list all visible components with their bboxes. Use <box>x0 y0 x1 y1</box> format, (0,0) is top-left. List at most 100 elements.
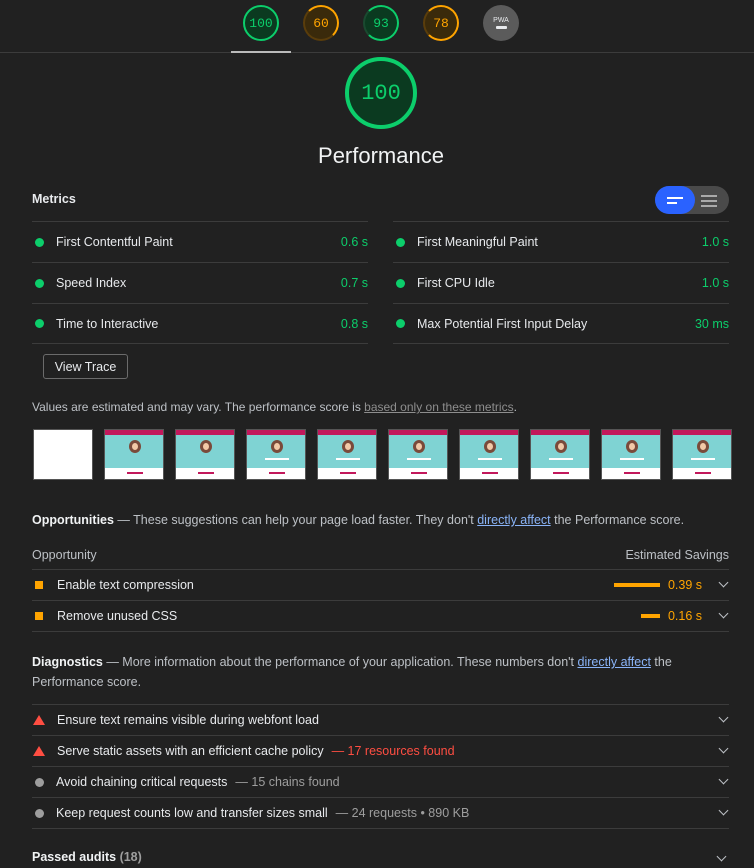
metric-name: First Meaningful Paint <box>417 235 538 249</box>
chevron-down-icon[interactable] <box>718 712 729 723</box>
info-dot-icon <box>35 777 44 787</box>
pass-dot-icon <box>35 237 44 247</box>
opportunity-row[interactable]: Remove unused CSS 0.16 s <box>32 601 729 632</box>
filmstrip-frame <box>459 429 519 480</box>
metrics-view-toggle[interactable] <box>655 186 729 214</box>
metrics-left-column: First Contentful Paint 0.6 s Speed Index… <box>32 221 368 344</box>
metric-value: 1.0 s <box>701 235 729 249</box>
page-title: Performance <box>318 143 444 168</box>
filmstrip-frame <box>530 429 590 480</box>
chevron-down-icon[interactable] <box>718 608 729 619</box>
filmstrip-frame <box>317 429 377 480</box>
pass-dot-icon <box>396 237 405 247</box>
metric-row: Max Potential First Input Delay 30 ms <box>393 303 729 344</box>
tab-performance[interactable]: 100 <box>243 5 279 41</box>
estimate-note-end: . <box>513 400 517 414</box>
filmstrip-frame <box>33 429 93 480</box>
fail-triangle-icon <box>33 746 45 756</box>
savings-bar <box>641 614 660 618</box>
filmstrip-frame <box>175 429 235 480</box>
chevron-down-icon[interactable] <box>716 851 727 862</box>
active-tab-indicator <box>231 51 291 53</box>
metric-value: 1.0 s <box>701 276 729 290</box>
directly-affect-link[interactable]: directly affect <box>578 655 651 669</box>
estimate-note: Values are estimated and may vary. The p… <box>32 400 517 414</box>
info-dot-icon <box>35 808 44 818</box>
opportunities-title: Opportunities <box>32 513 114 527</box>
diagnostic-row[interactable]: Keep request counts low and transfer siz… <box>32 798 729 829</box>
performance-gauge: 100 <box>345 57 417 129</box>
diagnostic-name: Avoid chaining critical requests <box>56 775 228 789</box>
compact-view-icon <box>667 197 683 204</box>
opportunities-heading: Opportunities — These suggestions can he… <box>32 510 684 530</box>
passed-audits-count: (18) <box>119 850 142 864</box>
view-trace-button[interactable]: View Trace <box>43 354 128 379</box>
opportunities-desc: — These suggestions can help your page l… <box>113 513 478 527</box>
metric-name: Time to Interactive <box>56 316 159 331</box>
metric-name: Max Potential First Input Delay <box>417 316 588 331</box>
tab-seo[interactable]: 78 <box>423 5 459 41</box>
passed-audits-toggle[interactable]: Passed audits (18) <box>32 850 142 864</box>
tab-best-practices[interactable]: 93 <box>363 5 399 41</box>
fail-triangle-icon <box>33 715 45 725</box>
tab-pwa[interactable]: PWA <box>483 5 519 41</box>
pwa-label: PWA <box>493 17 509 24</box>
metric-name: First CPU Idle <box>417 276 495 290</box>
savings-column-header: Estimated Savings <box>625 548 729 562</box>
metrics-right-column: First Meaningful Paint 1.0 s First CPU I… <box>393 221 729 344</box>
filmstrip-frame <box>246 429 306 480</box>
metric-row: First Contentful Paint 0.6 s <box>32 221 368 262</box>
diagnostic-name: Serve static assets with an efficient ca… <box>57 744 324 758</box>
metric-row: First Meaningful Paint 1.0 s <box>393 221 729 262</box>
diagnostic-detail: — 17 resources found <box>331 744 455 758</box>
metric-value: 30 ms <box>694 316 729 331</box>
chevron-down-icon[interactable] <box>718 774 729 785</box>
filmstrip <box>33 429 732 480</box>
metric-value: 0.8 s <box>340 316 368 331</box>
metric-row: Time to Interactive 0.8 s <box>32 303 368 344</box>
diagnostic-name: Ensure text remains visible during webfo… <box>57 713 319 727</box>
diagnostics-title: Diagnostics <box>32 655 103 669</box>
filmstrip-frame <box>672 429 732 480</box>
chevron-down-icon[interactable] <box>718 577 729 588</box>
expanded-view-icon <box>701 195 717 207</box>
diagnostic-detail: — 24 requests • 890 KB <box>335 806 470 820</box>
chevron-down-icon[interactable] <box>718 805 729 816</box>
metric-row: First CPU Idle 1.0 s <box>393 262 729 303</box>
metrics-link[interactable]: based only on these metrics <box>364 400 513 414</box>
pass-dot-icon <box>35 319 44 328</box>
filmstrip-frame <box>388 429 448 480</box>
diagnostic-detail: — 15 chains found <box>235 775 340 789</box>
diagnostic-row[interactable]: Avoid chaining critical requests — 15 ch… <box>32 767 729 798</box>
metrics-heading: Metrics <box>32 192 76 206</box>
average-square-icon <box>35 612 43 620</box>
metric-value: 0.7 s <box>340 276 368 290</box>
passed-audits-label: Passed audits <box>32 850 117 864</box>
savings-value: 0.39 s <box>667 578 702 592</box>
tab-accessibility[interactable]: 60 <box>303 5 339 41</box>
diagnostic-name: Keep request counts low and transfer siz… <box>56 806 328 820</box>
metric-row: Speed Index 0.7 s <box>32 262 368 303</box>
category-tab-bar: 100 60 93 78 PWA <box>0 0 754 53</box>
directly-affect-link[interactable]: directly affect <box>477 513 550 527</box>
diagnostics-heading: Diagnostics — More information about the… <box>32 652 729 692</box>
metric-name: Speed Index <box>56 276 127 290</box>
pass-dot-icon <box>35 278 44 288</box>
opportunities-desc-end: the Performance score. <box>550 513 685 527</box>
estimate-note-text: Values are estimated and may vary. The p… <box>32 400 365 414</box>
opportunity-row[interactable]: Enable text compression 0.39 s <box>32 570 729 601</box>
pass-dot-icon <box>396 319 405 328</box>
diagnostic-row[interactable]: Serve static assets with an efficient ca… <box>32 736 729 767</box>
metric-name: First Contentful Paint <box>56 235 173 249</box>
opportunity-name: Remove unused CSS <box>57 609 178 623</box>
metric-value: 0.6 s <box>340 235 368 249</box>
diagnostic-row[interactable]: Ensure text remains visible during webfo… <box>32 705 729 736</box>
chevron-down-icon[interactable] <box>718 743 729 754</box>
diagnostics-desc: — More information about the performance… <box>102 655 578 669</box>
filmstrip-frame <box>104 429 164 480</box>
filmstrip-frame <box>601 429 661 480</box>
opportunity-name: Enable text compression <box>57 578 194 592</box>
savings-bar <box>614 583 660 587</box>
opportunity-table-header: Opportunity Estimated Savings <box>32 545 729 570</box>
average-square-icon <box>35 581 43 589</box>
